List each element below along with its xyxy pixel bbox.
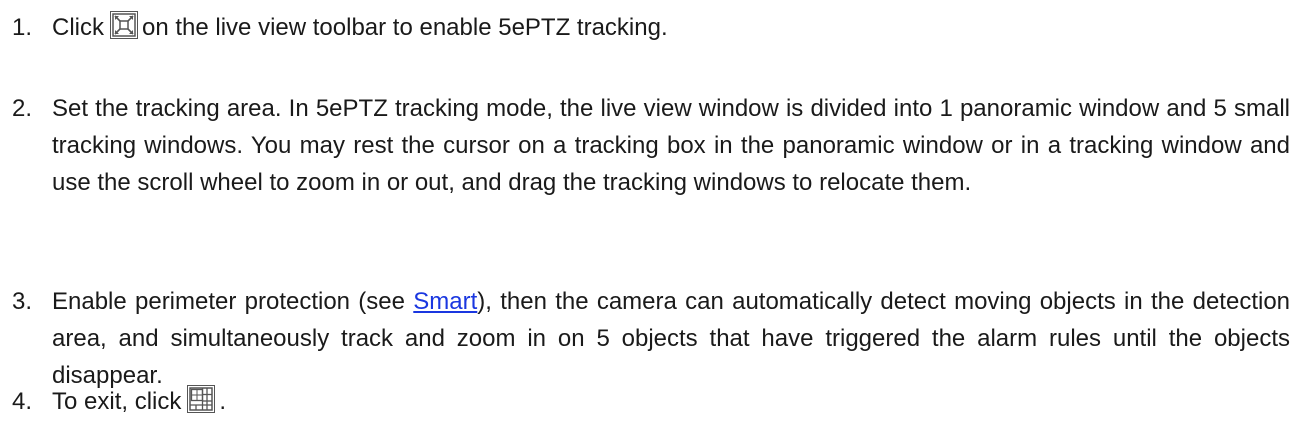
step-text-after-icon: on the live view toolbar to enable 5ePTZ… bbox=[142, 14, 668, 41]
step-number: 3. bbox=[12, 288, 33, 315]
step-text: Set the tracking area. In 5ePTZ tracking… bbox=[52, 95, 1290, 196]
step-text-before-icon: To exit, click bbox=[52, 388, 182, 415]
step-text: To exit, click . bbox=[52, 383, 1290, 420]
step-number: 4. bbox=[12, 388, 33, 415]
step-number: 1. bbox=[12, 14, 33, 41]
step-text: Enable perimeter protection (see Smart),… bbox=[52, 283, 1290, 394]
exit-tracking-grid-icon[interactable] bbox=[187, 385, 216, 413]
step-text-before-link: Enable perimeter protection (see bbox=[52, 288, 405, 315]
step-text-before-icon: Click bbox=[52, 14, 104, 41]
5ptz-tracking-icon[interactable] bbox=[110, 11, 138, 39]
step-text-after-icon: . bbox=[219, 388, 227, 415]
step-number: 2. bbox=[12, 95, 33, 122]
step-text: Click on the live view toolbar to enable… bbox=[52, 9, 1290, 46]
smart-link[interactable]: Smart bbox=[413, 288, 477, 315]
